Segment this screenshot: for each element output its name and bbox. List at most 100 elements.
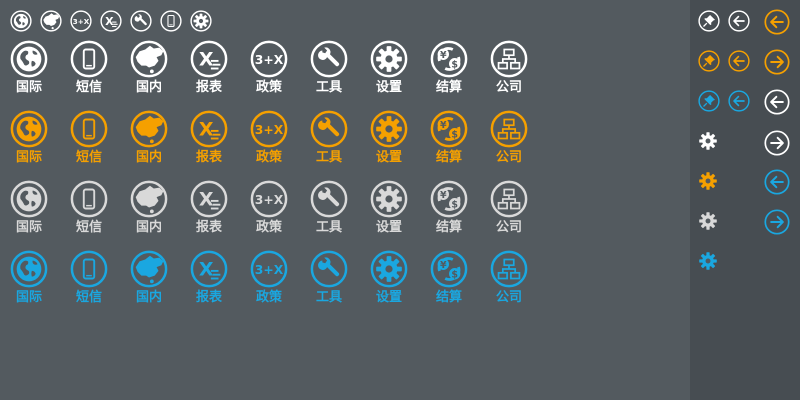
icon-cell-china-map[interactable]: 国内 [130,40,190,96]
gear-icon[interactable] [695,208,721,234]
icon-label: 短信 [75,290,102,305]
org-chart-icon [490,180,528,218]
icon-cell-phone[interactable]: 短信 [70,40,130,96]
icon-label: 国内 [135,150,162,165]
icon-label: 设置 [375,220,402,235]
icon-label: 公司 [495,290,522,305]
icon-label: 短信 [75,80,102,95]
arrow-left-icon[interactable] [764,169,790,195]
yen-dollar-icon: ¥ $ [430,180,468,218]
globe-icon[interactable] [10,10,32,32]
svg-text:3+X: 3+X [255,263,284,277]
phone-icon [70,250,108,288]
org-chart-icon [490,110,528,148]
icon-cell-wrench[interactable]: 工具 [310,40,370,96]
icon-cell-three-plus-x[interactable]: 3+X 政策 [250,110,310,166]
pin-icon[interactable] [698,90,720,112]
phone-icon[interactable] [160,10,182,32]
arrow-left-icon[interactable] [728,90,750,112]
icon-cell-org-chart[interactable]: 公司 [490,110,550,166]
icon-cell-yen-dollar[interactable]: ¥ $ 结算 [430,40,490,96]
gear-icon [370,250,408,288]
icon-cell-phone[interactable]: 短信 [70,180,130,236]
wrench-icon [310,180,348,218]
arrow-left-icon[interactable] [764,9,790,35]
icon-label: 国内 [135,290,162,305]
china-map-icon [130,180,168,218]
x-chart-icon[interactable]: X [100,10,122,32]
icon-label: 政策 [255,150,282,165]
icon-cell-org-chart[interactable]: 公司 [490,180,550,236]
icon-cell-china-map[interactable]: 国内 [130,110,190,166]
icon-cell-china-map[interactable]: 国内 [130,180,190,236]
yen-dollar-icon: ¥ $ [430,40,468,78]
icon-cell-three-plus-x[interactable]: 3+X 政策 [250,40,310,96]
icon-label: 报表 [195,150,222,165]
pin-icon[interactable] [698,10,720,32]
globe-icon [10,40,48,78]
icon-cell-globe[interactable]: 国际 [10,40,70,96]
icon-cell-globe[interactable]: 国际 [10,110,70,166]
icon-label: 国际 [15,150,42,165]
arrow-left-icon[interactable] [728,50,750,72]
pin-icon[interactable] [698,50,720,72]
icon-label: 短信 [75,150,102,165]
icon-cell-globe[interactable]: 国际 [10,250,70,306]
arrow-left-icon[interactable] [764,89,790,115]
three-plus-x-icon: 3+X [250,110,288,148]
icon-cell-yen-dollar[interactable]: ¥ $ 结算 [430,110,490,166]
arrow-right-icon[interactable] [764,130,790,156]
three-plus-x-icon[interactable]: 3+X [70,10,92,32]
icon-cell-yen-dollar[interactable]: ¥ $ 结算 [430,250,490,306]
globe-icon [10,250,48,288]
icon-cell-china-map[interactable]: 国内 [130,250,190,306]
gear-icon[interactable] [190,10,212,32]
icon-cell-gear[interactable]: 设置 [370,180,430,236]
svg-text:¥: ¥ [440,50,447,61]
x-chart-icon: X [190,250,228,288]
arrow-right-icon[interactable] [764,49,790,75]
gear-icon[interactable] [695,128,721,154]
phone-icon [70,110,108,148]
icon-cell-yen-dollar[interactable]: ¥ $ 结算 [430,180,490,236]
china-map-icon [130,110,168,148]
icon-cell-phone[interactable]: 短信 [70,250,130,306]
icon-label: 政策 [255,290,282,305]
icon-label: 设置 [375,80,402,95]
icon-cell-x-chart[interactable]: X 报表 [190,110,250,166]
icon-cell-x-chart[interactable]: X 报表 [190,40,250,96]
icon-cell-x-chart[interactable]: X 报表 [190,250,250,306]
icon-cell-globe[interactable]: 国际 [10,180,70,236]
org-chart-icon [490,40,528,78]
wrench-icon[interactable] [130,10,152,32]
svg-text:$: $ [451,130,458,141]
icon-cell-gear[interactable]: 设置 [370,250,430,306]
icon-cell-phone[interactable]: 短信 [70,110,130,166]
side-panel [690,0,800,400]
gear-icon[interactable] [695,248,721,274]
three-plus-x-icon: 3+X [250,180,288,218]
icon-cell-wrench[interactable]: 工具 [310,110,370,166]
icon-cell-wrench[interactable]: 工具 [310,180,370,236]
icon-cell-three-plus-x[interactable]: 3+X 政策 [250,250,310,306]
icon-cell-x-chart[interactable]: X 报表 [190,180,250,236]
svg-text:3+X: 3+X [255,53,284,67]
wrench-icon [310,40,348,78]
icon-label: 结算 [435,150,462,165]
icon-cell-wrench[interactable]: 工具 [310,250,370,306]
gear-icon [370,40,408,78]
icon-cell-org-chart[interactable]: 公司 [490,40,550,96]
x-chart-icon: X [190,110,228,148]
icon-label: 结算 [435,220,462,235]
icon-cell-gear[interactable]: 设置 [370,40,430,96]
arrow-left-icon[interactable] [728,10,750,32]
icon-cell-three-plus-x[interactable]: 3+X 政策 [250,180,310,236]
icon-cell-gear[interactable]: 设置 [370,110,430,166]
arrow-right-icon[interactable] [764,209,790,235]
icon-row-white: 国际 短信 国内 X 报表 3+X 政策 工具 设置 ¥ $ 结算 公司 [10,40,550,96]
icon-label: 工具 [315,80,342,95]
gear-icon[interactable] [695,168,721,194]
icon-label: 公司 [495,80,522,95]
icon-cell-org-chart[interactable]: 公司 [490,250,550,306]
china-map-icon[interactable] [40,10,62,32]
